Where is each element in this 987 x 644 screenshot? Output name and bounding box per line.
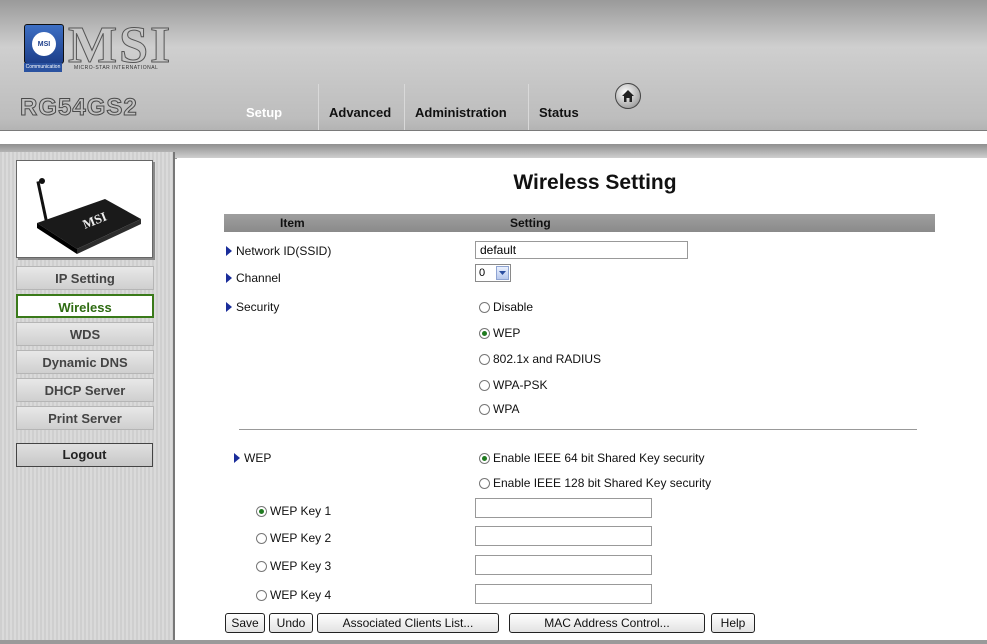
security-option-wep[interactable]: WEP — [479, 326, 520, 340]
wep-option-64bit[interactable]: Enable IEEE 64 bit Shared Key security — [479, 451, 704, 465]
bullet-arrow-icon — [226, 246, 232, 256]
logo-badge: Communication — [24, 63, 62, 72]
sidebar: MSI IP Setting Wireless WDS Dynamic DNS … — [0, 152, 175, 644]
wep-label: WEP — [244, 451, 272, 465]
ssid-row: Network ID(SSID) — [226, 244, 331, 258]
sidebar-item-ip-setting[interactable]: IP Setting — [16, 266, 154, 290]
radio-button[interactable] — [479, 477, 490, 489]
mac-address-control-button[interactable]: MAC Address Control... — [509, 613, 705, 633]
associated-clients-button[interactable]: Associated Clients List... — [317, 613, 499, 633]
main-content: Wireless Setting Item Setting Network ID… — [177, 158, 987, 644]
tab-status[interactable]: Status — [528, 84, 604, 130]
channel-value: 0 — [479, 267, 486, 279]
radio-button[interactable] — [479, 353, 490, 365]
top-nav: Setup Advanced Administration Status — [236, 78, 604, 130]
wep-key-label: WEP Key 3 — [270, 559, 332, 573]
table-header: Item Setting — [224, 214, 935, 232]
action-bar: Save Undo Associated Clients List... MAC… — [225, 613, 755, 633]
router-image: MSI — [16, 160, 153, 258]
bottom-edge — [0, 640, 987, 644]
radio-button[interactable] — [256, 532, 267, 544]
sidebar-item-dhcp-server[interactable]: DHCP Server — [16, 378, 154, 402]
save-button[interactable]: Save — [225, 613, 265, 633]
ssid-input[interactable]: default — [475, 241, 688, 259]
sidebar-item-dynamic-dns[interactable]: Dynamic DNS — [16, 350, 154, 374]
security-option-8021x[interactable]: 802.1x and RADIUS — [479, 352, 601, 366]
radio-button-selected[interactable] — [479, 452, 490, 464]
wep-key-2-input[interactable] — [475, 526, 652, 546]
wep-key-label: WEP Key 1 — [270, 504, 332, 518]
wep-option-128bit[interactable]: Enable IEEE 128 bit Shared Key security — [479, 476, 711, 490]
column-header-setting: Setting — [510, 216, 551, 230]
radio-button[interactable] — [479, 379, 490, 391]
radio-button[interactable] — [479, 403, 490, 415]
home-icon[interactable] — [615, 83, 641, 109]
security-label: Security — [236, 300, 280, 314]
bullet-arrow-icon — [226, 273, 232, 283]
tab-setup[interactable]: Setup — [236, 84, 318, 130]
radio-button[interactable] — [256, 589, 267, 601]
channel-row: Channel — [226, 271, 281, 285]
option-label: 802.1x and RADIUS — [493, 352, 602, 366]
sidebar-item-print-server[interactable]: Print Server — [16, 406, 154, 430]
option-label: Enable IEEE 128 bit Shared Key security — [493, 476, 712, 490]
tab-administration[interactable]: Administration — [404, 84, 528, 130]
wep-key-1-input[interactable] — [475, 498, 652, 518]
wep-key-label: WEP Key 2 — [270, 531, 332, 545]
wep-key-3-option[interactable]: WEP Key 3 — [256, 559, 331, 573]
radio-button[interactable] — [479, 301, 490, 313]
wep-key-3-input[interactable] — [475, 555, 652, 575]
tab-advanced[interactable]: Advanced — [318, 84, 404, 130]
channel-select[interactable]: 0 — [475, 264, 511, 282]
undo-button[interactable]: Undo — [269, 613, 313, 633]
radio-button-selected[interactable] — [479, 327, 490, 339]
section-divider — [239, 429, 917, 430]
option-label: Disable — [493, 300, 534, 314]
security-option-wpa-psk[interactable]: WPA-PSK — [479, 378, 547, 392]
sidebar-item-wireless[interactable]: Wireless — [16, 294, 154, 318]
header-divider — [0, 130, 987, 145]
bullet-arrow-icon — [226, 302, 232, 312]
radio-button[interactable] — [256, 560, 267, 572]
wep-key-2-option[interactable]: WEP Key 2 — [256, 531, 331, 545]
sidebar-item-wds[interactable]: WDS — [16, 322, 154, 346]
security-row: Security — [226, 300, 279, 314]
wep-key-label: WEP Key 4 — [270, 588, 332, 602]
model-name: RG54GS2 — [20, 94, 138, 122]
security-option-disable[interactable]: Disable — [479, 300, 533, 314]
wep-key-1-option[interactable]: WEP Key 1 — [256, 504, 331, 518]
bullet-arrow-icon — [234, 453, 240, 463]
radio-button-selected[interactable] — [256, 505, 267, 517]
security-option-wpa[interactable]: WPA — [479, 402, 519, 416]
page-title: Wireless Setting — [513, 171, 677, 194]
wep-key-4-option[interactable]: WEP Key 4 — [256, 588, 331, 602]
chevron-down-icon[interactable] — [496, 266, 509, 280]
option-label: Enable IEEE 64 bit Shared Key security — [493, 451, 705, 465]
ssid-label: Network ID(SSID) — [236, 244, 332, 258]
help-button[interactable]: Help — [711, 613, 755, 633]
option-label: WPA-PSK — [493, 378, 548, 392]
logout-button[interactable]: Logout — [16, 443, 153, 467]
option-label: WEP — [493, 326, 521, 340]
column-header-item: Item — [280, 216, 305, 230]
wep-row: WEP — [234, 451, 271, 465]
brand-logo: MSI Communication MSI MICRO-STAR INTERNA… — [12, 17, 192, 76]
channel-label: Channel — [236, 271, 281, 285]
msi-emblem-icon: MSI — [24, 24, 64, 64]
sidebar-menu: IP Setting Wireless WDS Dynamic DNS DHCP… — [16, 266, 154, 434]
logo-subtext: MICRO-STAR INTERNATIONAL — [74, 65, 159, 71]
option-label: WPA — [493, 402, 520, 416]
wep-key-4-input[interactable] — [475, 584, 652, 604]
